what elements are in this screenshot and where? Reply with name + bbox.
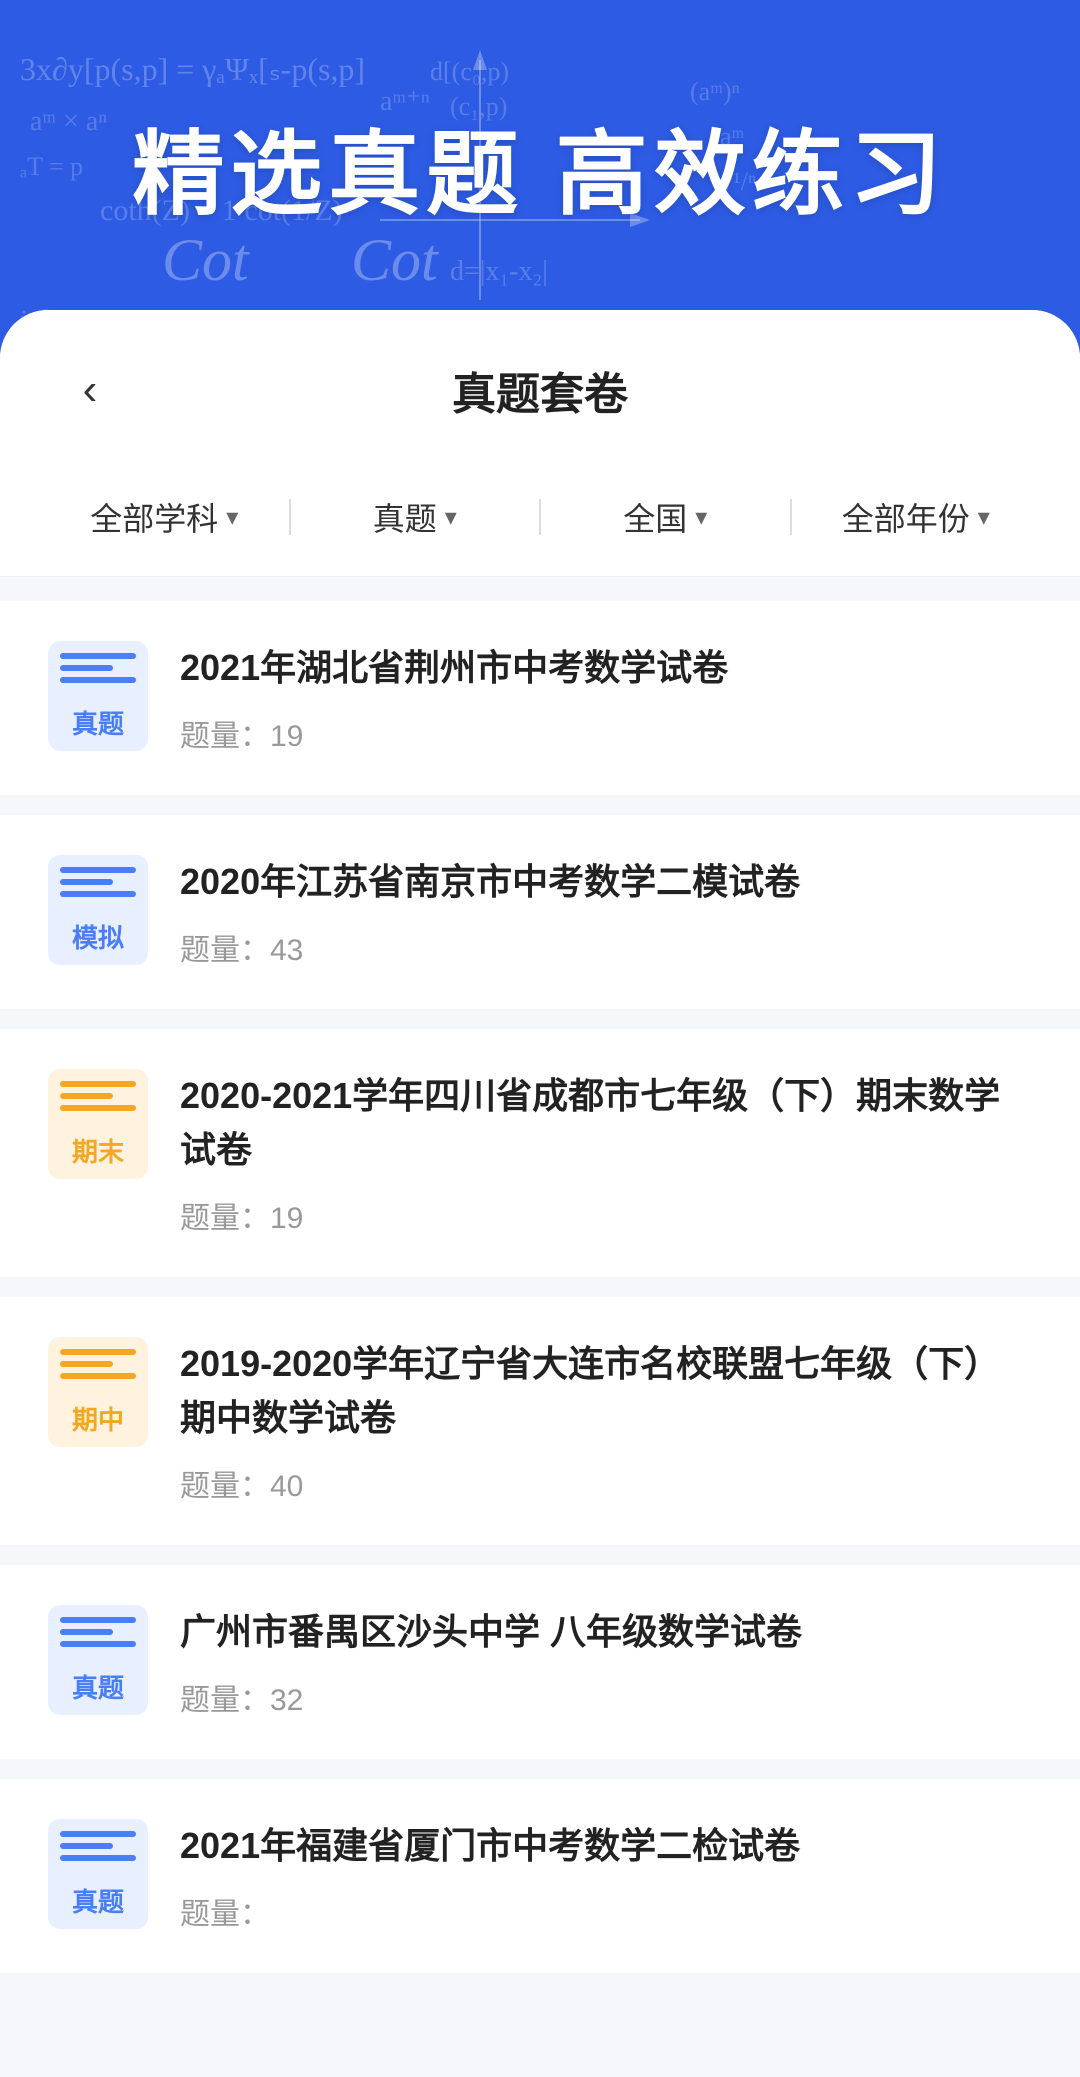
badge-qimo: 期末 (48, 1069, 148, 1179)
item-content: 2021年湖北省荆州市中考数学试卷 题量：19 (180, 641, 1032, 755)
filter-region-label: 全国 (623, 494, 687, 540)
item-count: 题量：19 (180, 1193, 1032, 1237)
list-item[interactable]: 真题 广州市番禺区沙头中学 八年级数学试卷 题量：32 (0, 1565, 1080, 1759)
item-content: 广州市番禺区沙头中学 八年级数学试卷 题量：32 (180, 1605, 1032, 1719)
filter-subject-label: 全部学科 (90, 494, 218, 540)
badge-zhenti: 真题 (48, 1819, 148, 1929)
badge-label: 真题 (72, 1882, 124, 1919)
item-count: 题量：32 (180, 1675, 1032, 1719)
filter-year-arrow: ▾ (978, 503, 990, 532)
filter-bar: 全部学科 ▾ 真题 ▾ 全国 ▾ 全部年份 ▾ (0, 458, 1080, 577)
badge-zhenti: 真题 (48, 1605, 148, 1715)
badge-decoration (60, 1831, 136, 1867)
filter-type[interactable]: 真题 ▾ (291, 486, 540, 548)
badge-decoration (60, 1617, 136, 1653)
item-count: 题量：40 (180, 1461, 1032, 1505)
list-item[interactable]: 真题 2021年福建省厦门市中考数学二检试卷 题量： (0, 1779, 1080, 1973)
hero-title: 精选真题 高效练习 (60, 120, 1020, 230)
item-content: 2020-2021学年四川省成都市七年级（下）期末数学试卷 题量：19 (180, 1069, 1032, 1237)
badge-zhenti: 真题 (48, 641, 148, 751)
exam-list: 真题 2021年湖北省荆州市中考数学试卷 题量：19 模拟 2020年江苏省南 (0, 577, 1080, 2017)
list-item[interactable]: 期末 2020-2021学年四川省成都市七年级（下）期末数学试卷 题量：19 (0, 1029, 1080, 1277)
card-header: ‹ 真题套卷 (0, 310, 1080, 458)
filter-subject-arrow: ▾ (226, 503, 238, 532)
item-content: 2019-2020学年辽宁省大连市名校联盟七年级（下）期中数学试卷 题量：40 (180, 1337, 1032, 1505)
back-icon: ‹ (83, 368, 98, 412)
list-item[interactable]: 期中 2019-2020学年辽宁省大连市名校联盟七年级（下）期中数学试卷 题量：… (0, 1297, 1080, 1545)
item-count: 题量：43 (180, 925, 1032, 969)
main-card: ‹ 真题套卷 全部学科 ▾ 真题 ▾ 全国 ▾ 全部年份 ▾ (0, 310, 1080, 2077)
item-title: 2021年湖北省荆州市中考数学试卷 (180, 641, 1032, 695)
badge-decoration (60, 1349, 136, 1385)
list-item[interactable]: 模拟 2020年江苏省南京市中考数学二模试卷 题量：43 (0, 815, 1080, 1009)
item-content: 2021年福建省厦门市中考数学二检试卷 题量： (180, 1819, 1032, 1933)
badge-qizhong: 期中 (48, 1337, 148, 1447)
filter-subject[interactable]: 全部学科 ▾ (40, 486, 289, 548)
back-button[interactable]: ‹ (60, 360, 120, 420)
badge-label: 真题 (72, 1668, 124, 1705)
filter-region-arrow: ▾ (695, 503, 707, 532)
badge-label: 期中 (72, 1400, 124, 1437)
filter-type-label: 真题 (373, 494, 437, 540)
badge-label: 模拟 (72, 918, 124, 955)
item-title: 2021年福建省厦门市中考数学二检试卷 (180, 1819, 1032, 1873)
item-content: 2020年江苏省南京市中考数学二模试卷 题量：43 (180, 855, 1032, 969)
badge-decoration (60, 1081, 136, 1117)
filter-year-label: 全部年份 (842, 494, 970, 540)
item-count: 题量： (180, 1889, 1032, 1933)
badge-decoration (60, 653, 136, 689)
filter-region[interactable]: 全国 ▾ (541, 486, 790, 548)
filter-type-arrow: ▾ (445, 503, 457, 532)
item-title: 2019-2020学年辽宁省大连市名校联盟七年级（下）期中数学试卷 (180, 1337, 1032, 1445)
list-item[interactable]: 真题 2021年湖北省荆州市中考数学试卷 题量：19 (0, 601, 1080, 795)
card-title: 真题套卷 (140, 358, 940, 422)
badge-label: 真题 (72, 704, 124, 741)
item-title: 2020年江苏省南京市中考数学二模试卷 (180, 855, 1032, 909)
item-count: 题量：19 (180, 711, 1032, 755)
badge-label: 期末 (72, 1132, 124, 1169)
item-title: 广州市番禺区沙头中学 八年级数学试卷 (180, 1605, 1032, 1659)
filter-year[interactable]: 全部年份 ▾ (792, 486, 1041, 548)
item-title: 2020-2021学年四川省成都市七年级（下）期末数学试卷 (180, 1069, 1032, 1177)
hero-section: 精选真题 高效练习 (0, 0, 1080, 310)
badge-decoration (60, 867, 136, 903)
badge-moni: 模拟 (48, 855, 148, 965)
